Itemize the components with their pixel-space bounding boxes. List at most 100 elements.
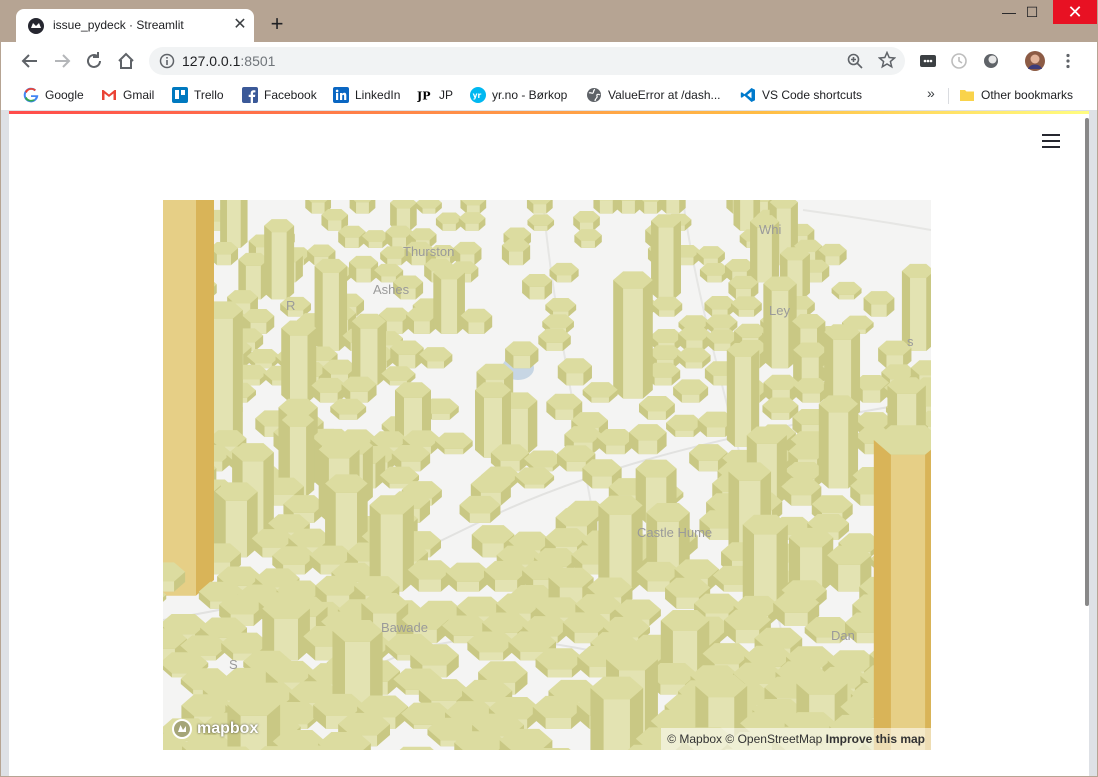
- hexagon-column[interactable]: [831, 281, 862, 300]
- extension-clock-icon[interactable]: [950, 52, 968, 70]
- hexagon-column[interactable]: [435, 212, 463, 231]
- hexagon-column[interactable]: [615, 200, 642, 214]
- new-tab-button[interactable]: +: [267, 13, 287, 35]
- back-arrow-icon[interactable]: [19, 50, 41, 72]
- hamburger-menu-icon[interactable]: [1042, 133, 1060, 149]
- address-bar[interactable]: 127.0.0.1:8501: [149, 47, 905, 75]
- maximize-button[interactable]: ☐: [1010, 0, 1054, 24]
- browser-tab[interactable]: issue_pydeck · Streamlit ✕: [16, 9, 254, 42]
- bookmark-other-folder[interactable]: Other bookmarks: [959, 86, 1073, 104]
- bookmark-yr[interactable]: yr yr.no - Børkop: [470, 86, 567, 104]
- bookmark-linkedin[interactable]: LinkedIn: [333, 86, 400, 104]
- forward-arrow-icon[interactable]: [51, 50, 73, 72]
- hexagon-column[interactable]: [435, 432, 473, 455]
- hexagon-column[interactable]: [666, 414, 703, 437]
- home-icon[interactable]: [115, 50, 137, 72]
- hexagon-column[interactable]: [699, 262, 730, 283]
- hexagon-column[interactable]: [596, 428, 635, 455]
- bookmarks-overflow-chevron-icon[interactable]: »: [927, 85, 935, 101]
- zoom-icon[interactable]: [846, 52, 864, 70]
- hexagon-column[interactable]: [818, 395, 859, 489]
- hexagon-column[interactable]: [281, 320, 317, 403]
- hexagon-column[interactable]: [527, 214, 555, 231]
- hexagon-column[interactable]: [677, 347, 711, 369]
- hexagon-column[interactable]: [659, 200, 686, 214]
- hexagon-column[interactable]: [361, 230, 390, 248]
- hexagon-column[interactable]: [338, 225, 366, 248]
- map-canvas[interactable]: [163, 200, 931, 750]
- hexagon-column[interactable]: [351, 313, 387, 386]
- mapbox-logo[interactable]: mapbox: [171, 718, 258, 740]
- bookmark-star-icon[interactable]: [878, 51, 896, 69]
- hexagon-column[interactable]: [264, 219, 295, 300]
- tab-close-icon[interactable]: ✕: [231, 16, 249, 34]
- hexagon-column[interactable]: [637, 200, 664, 214]
- hexagon-column[interactable]: [651, 214, 682, 300]
- hexagon-column[interactable]: [763, 276, 797, 369]
- bookmark-gmail[interactable]: Gmail: [101, 86, 154, 104]
- hexagon-column[interactable]: [467, 631, 516, 661]
- hexagon-column[interactable]: [762, 397, 799, 420]
- hexagon-column[interactable]: [593, 200, 620, 214]
- bookmark-jp[interactable]: JP JP: [417, 86, 453, 104]
- hexagon-column[interactable]: [793, 378, 829, 403]
- hexagon-column[interactable]: [341, 376, 377, 403]
- hexagon-column[interactable]: [460, 308, 493, 334]
- attribution-mapbox-link[interactable]: © Mapbox: [667, 732, 722, 746]
- hexagon-column[interactable]: [538, 328, 571, 352]
- hexagon-column[interactable]: [220, 200, 248, 248]
- bookmark-google[interactable]: Google: [23, 86, 84, 104]
- hexagon-column[interactable]: [582, 382, 618, 403]
- hexagon-column[interactable]: [574, 229, 602, 248]
- hexagon-column[interactable]: [629, 424, 667, 455]
- bookmark-trello[interactable]: Trello: [172, 86, 224, 104]
- hexagon-column[interactable]: [598, 495, 643, 592]
- hexagon-column[interactable]: [526, 200, 553, 214]
- tall-hexagon-column[interactable]: [873, 425, 931, 750]
- hexagon-column[interactable]: [407, 560, 453, 592]
- hexagon-column[interactable]: [406, 307, 438, 334]
- hexagon-column[interactable]: [314, 258, 348, 352]
- hexagon-column[interactable]: [678, 326, 711, 352]
- extension-circle-icon[interactable]: [982, 52, 1000, 70]
- hexagon-column[interactable]: [673, 379, 709, 403]
- profile-avatar[interactable]: [1025, 51, 1045, 71]
- hexagon-column[interactable]: [501, 239, 531, 266]
- bookmark-vscode[interactable]: VS Code shortcuts: [740, 86, 862, 104]
- hexagon-column[interactable]: [433, 265, 465, 334]
- pydeck-hexagon-map[interactable]: Thurston Whi Ashes Ley Rs Castle Hume Bawade Da…: [163, 200, 931, 750]
- hexagon-column[interactable]: [696, 246, 725, 266]
- hexagon-column[interactable]: [549, 262, 579, 283]
- hexagon-column[interactable]: [532, 695, 584, 730]
- hexagon-column[interactable]: [460, 200, 487, 214]
- close-window-button[interactable]: ✕: [1053, 0, 1097, 24]
- hexagon-column[interactable]: [390, 340, 424, 369]
- hexagon-column[interactable]: [535, 648, 585, 678]
- hexagon-column[interactable]: [573, 211, 600, 231]
- bookmark-facebook[interactable]: Facebook: [242, 86, 317, 104]
- hexagon-column[interactable]: [522, 273, 553, 300]
- info-icon[interactable]: [159, 53, 175, 69]
- attribution-osm-link[interactable]: © OpenStreetMap: [725, 732, 822, 746]
- hexagon-column[interactable]: [590, 676, 644, 750]
- hexagon-column[interactable]: [459, 495, 501, 523]
- hexagon-column[interactable]: [330, 398, 367, 420]
- reload-icon[interactable]: [83, 50, 105, 72]
- hexagon-column[interactable]: [458, 212, 486, 231]
- improve-map-link[interactable]: Improve this map: [826, 732, 925, 746]
- hexagon-column[interactable]: [416, 200, 442, 214]
- hexagon-column[interactable]: [348, 255, 379, 283]
- hexagon-column[interactable]: [863, 291, 895, 317]
- hexagon-column[interactable]: [704, 296, 736, 317]
- hexagon-column[interactable]: [445, 562, 491, 592]
- menu-dots-icon[interactable]: [1059, 52, 1077, 70]
- hexagon-column[interactable]: [651, 296, 683, 317]
- hexagon-column[interactable]: [742, 514, 788, 609]
- hexagon-column[interactable]: [349, 200, 376, 214]
- page-scrollbar-thumb[interactable]: [1085, 118, 1089, 606]
- hexagon-column[interactable]: [638, 395, 675, 420]
- hexagon-column[interactable]: [545, 297, 577, 317]
- hexagon-column[interactable]: [390, 746, 444, 750]
- hexagon-column[interactable]: [419, 347, 453, 369]
- hexagon-column[interactable]: [730, 296, 762, 317]
